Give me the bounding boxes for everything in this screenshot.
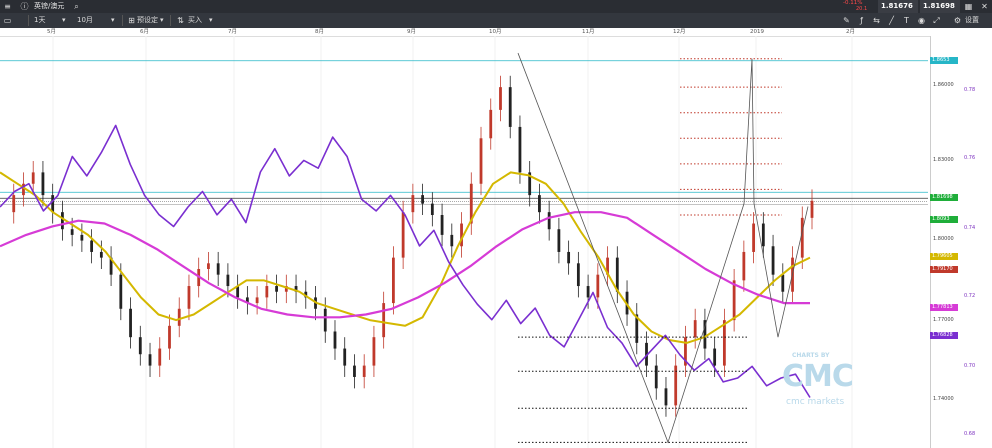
indicator-tick-label: 0.70 xyxy=(964,363,976,369)
candle-body xyxy=(508,87,512,127)
candle-body xyxy=(664,388,668,406)
y-tick-label: 1.77000 xyxy=(933,317,954,323)
candle-body xyxy=(713,348,717,366)
indicator-tick-label: 0.78 xyxy=(964,87,976,93)
price-tag: 1.79170 xyxy=(930,265,958,273)
candle-body xyxy=(70,229,74,235)
y-tick-label: 1.74000 xyxy=(933,396,954,402)
close-icon[interactable]: ✕ xyxy=(979,1,990,12)
y-tick-label: 1.86000 xyxy=(933,82,954,88)
candle-body xyxy=(80,234,84,241)
candle-body xyxy=(752,223,755,252)
price-axis: 1.86000 1.83000 1.80000 1.77000 1.74000 xyxy=(930,36,963,448)
candle-body xyxy=(207,263,210,269)
candle-body xyxy=(654,365,658,389)
candle-body xyxy=(343,348,347,366)
candle-body xyxy=(586,286,590,298)
price-tag: 1.81698 xyxy=(930,194,958,201)
price-tag: 1.76828 xyxy=(930,332,958,340)
candle-body xyxy=(158,348,162,366)
settings-label[interactable]: 设置 xyxy=(965,13,979,28)
candle-body xyxy=(440,215,444,235)
candle-body xyxy=(41,172,45,196)
price-tag: 1.79605 xyxy=(930,253,958,261)
candle-body xyxy=(275,286,278,292)
candle-body xyxy=(61,212,64,230)
candle-body xyxy=(31,172,35,184)
candle-body xyxy=(12,195,16,213)
y-tick-label: 1.80000 xyxy=(933,236,954,242)
candle-body xyxy=(567,251,571,264)
candle-body xyxy=(557,229,561,252)
candle-body xyxy=(129,308,132,338)
gear-icon[interactable]: ⚙ xyxy=(952,15,963,26)
indicator-axis: 0.78 0.76 0.74 0.72 0.70 0.68 xyxy=(962,36,992,448)
candle-body xyxy=(450,234,454,247)
candle-body xyxy=(323,308,327,332)
chart-window: ≡ ⓘ 英镑/澳元 ⌕ -0.11% 20.1 1.81676 1.81698 … xyxy=(0,0,992,448)
candle-body xyxy=(489,109,493,139)
candle-body xyxy=(177,308,181,326)
candle-body xyxy=(99,251,103,258)
cmc-logo: CMC xyxy=(782,359,854,394)
candle-body xyxy=(119,274,123,309)
candle-body xyxy=(538,195,541,213)
candle-body xyxy=(187,286,191,309)
candle-body xyxy=(722,320,726,366)
price-tag: 1.8093 xyxy=(930,215,958,223)
candle-body xyxy=(430,203,434,216)
candle-body xyxy=(333,331,337,349)
price-tag: 1.77813 xyxy=(930,304,958,312)
candle-body xyxy=(518,126,522,173)
charts-by-label: CHARTS BY xyxy=(792,352,830,359)
candle-body xyxy=(216,263,220,275)
price-tag: 1.8653 xyxy=(930,56,958,64)
candle-body xyxy=(499,87,502,110)
candle-body xyxy=(411,195,415,213)
candle-body xyxy=(138,337,142,355)
candle-body xyxy=(800,217,804,258)
candle-body xyxy=(810,200,814,218)
candle-body xyxy=(547,212,551,230)
candle-body xyxy=(771,246,775,275)
indicator-tick-label: 0.76 xyxy=(964,155,976,161)
candle-body xyxy=(90,240,94,252)
indicator-line xyxy=(0,124,811,398)
candle-body xyxy=(168,325,171,349)
candle-body xyxy=(421,195,425,204)
candle-body xyxy=(576,263,580,287)
candle-body xyxy=(693,320,697,338)
indicator-tick-label: 0.74 xyxy=(964,225,976,231)
candle-body xyxy=(382,303,386,338)
candle-body xyxy=(732,280,736,321)
candle-body xyxy=(255,297,259,304)
candle-body xyxy=(362,365,366,377)
candle-body xyxy=(742,251,746,281)
y-tick-label: 1.83000 xyxy=(933,157,954,163)
candle-body xyxy=(391,257,395,304)
candle-body xyxy=(615,257,619,292)
candle-body xyxy=(353,365,356,377)
indicator-tick-label: 0.72 xyxy=(964,293,976,299)
candle-body xyxy=(372,337,376,366)
candle-body xyxy=(781,274,785,292)
expand-icon[interactable]: ⤢ xyxy=(931,15,942,26)
grid-icon[interactable]: ▦ xyxy=(963,1,974,12)
candle-body xyxy=(401,212,405,258)
indicator-tick-label: 0.68 xyxy=(964,431,976,437)
candle-body xyxy=(226,274,230,287)
candle-body xyxy=(51,195,55,213)
candle-body xyxy=(148,354,152,366)
candle-body xyxy=(479,138,483,184)
candle-body xyxy=(265,286,269,298)
candle-body xyxy=(596,274,600,298)
company-name: cmc markets xyxy=(786,397,845,407)
candle-body xyxy=(761,223,765,247)
